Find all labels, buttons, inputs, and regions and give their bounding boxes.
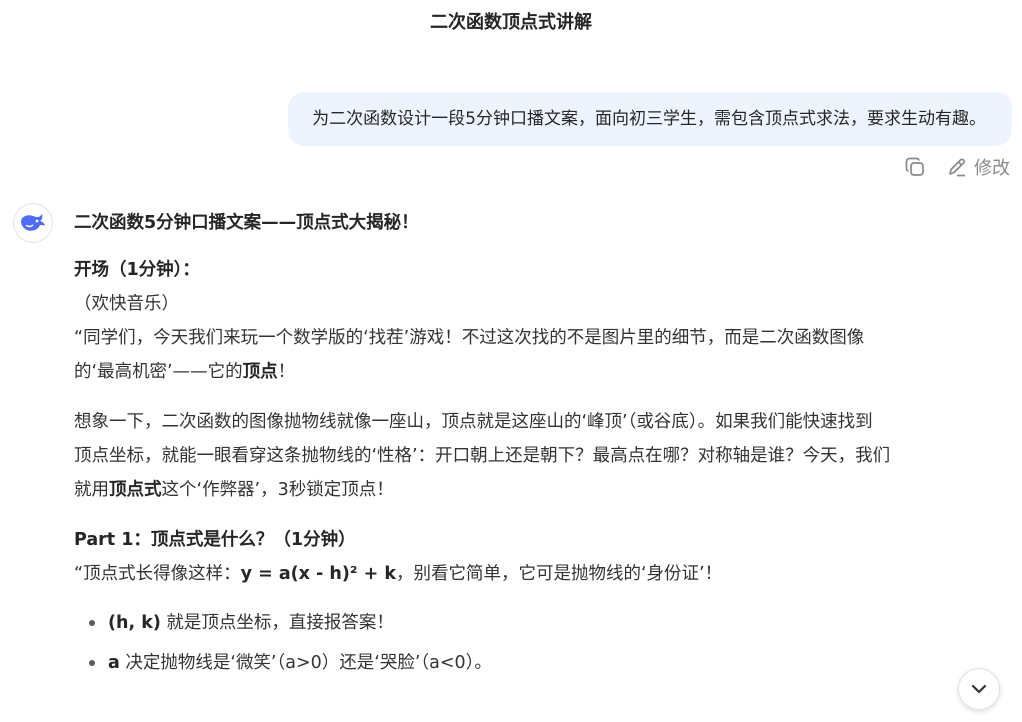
scroll-to-bottom-button[interactable] xyxy=(958,668,1000,710)
part1-formula-line: “顶点式长得像这样：y = a(x - h)² + k，别看它简单，它可是抛物线… xyxy=(74,564,723,584)
chevron-down-icon xyxy=(971,684,987,694)
part1-heading: Part 1：顶点式是什么？（1分钟） xyxy=(74,530,356,550)
user-message-text: 为二次函数设计一段5分钟口播文案，面向初三学生，需包含顶点式求法，要求生动有趣。 xyxy=(312,109,986,129)
paragraph-line: 想象一下，二次函数的图像抛物线就像一座山，顶点就是这座山的‘峰顶’（或谷底）。如… xyxy=(74,412,873,432)
list-item: (h, k) 就是顶点坐标，直接报答案！ xyxy=(74,603,1009,643)
edit-label: 修改 xyxy=(974,158,1010,179)
whale-logo-icon xyxy=(21,214,45,231)
opening-music-line: （欢快音乐） xyxy=(74,294,179,314)
opening-line: “同学们，今天我们来玩一个数学版的‘找茬’游戏！不过这次找的不是图片里的细节，而… xyxy=(74,328,865,348)
opening-line-end: 的‘最高机密’——它的顶点！ xyxy=(74,362,296,382)
assistant-answer: 二次函数5分钟口播文案——顶点式大揭秘！ 开场（1分钟）： （欢快音乐） “同学… xyxy=(74,206,1009,683)
vertex-formula: y = a(x - h)² + k xyxy=(240,564,396,584)
copy-button[interactable] xyxy=(904,156,926,178)
user-message-bubble: 为二次函数设计一段5分钟口播文案，面向初三学生，需包含顶点式求法，要求生动有趣。 xyxy=(288,92,1012,146)
assistant-avatar xyxy=(13,203,53,243)
paragraph-line-end: 就用顶点式这个‘作弊器’，3秒锁定顶点！ xyxy=(74,480,394,500)
vertex-term: 顶点 xyxy=(242,362,278,382)
chat-title: 二次函数顶点式讲解 xyxy=(430,12,592,33)
paragraph-line: 顶点坐标，就能一眼看穿这条抛物线的‘性格’：开口朝上还是朝下？最高点在哪？对称轴… xyxy=(74,446,891,466)
edit-button[interactable]: 修改 xyxy=(946,154,1010,180)
copy-icon xyxy=(905,157,924,176)
vertex-form-term: 顶点式 xyxy=(109,480,162,500)
user-message-actions: 修改 xyxy=(904,153,1010,181)
opening-heading: 开场（1分钟）： xyxy=(74,260,200,280)
list-item: a 决定抛物线是‘微笑’（a>0）还是‘哭脸’（a<0）。 xyxy=(74,643,1009,683)
pencil-icon xyxy=(949,158,965,177)
part1-bullet-list: (h, k) 就是顶点坐标，直接报答案！ a 决定抛物线是‘微笑’（a>0）还是… xyxy=(74,603,1009,683)
answer-heading: 二次函数5分钟口播文案——顶点式大揭秘！ xyxy=(74,213,419,233)
